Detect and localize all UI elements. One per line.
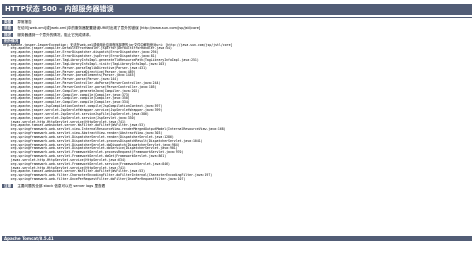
description-label: 描述 (2, 32, 14, 38)
server-footer: Apache Tomcat/8.5.41 (2, 236, 472, 241)
note-label: 注意 (2, 184, 14, 189)
error-page: HTTP状态 500 - 内部服务器错误 类型 异常报告 消息 在访问[web.… (0, 4, 474, 258)
message-label: 消息 (2, 26, 14, 31)
type-label: 类型 (2, 20, 14, 25)
type-row: 类型 异常报告 (2, 20, 472, 25)
stack-trace: org.apache.jasper.JasperException: 无法在we… (2, 43, 472, 182)
message-value: 在访问[web.xml]或[web.xml]中的服务器配置错误URI时出现了意外… (17, 26, 201, 31)
divider (2, 17, 472, 18)
note-value: 主要问题的全部 stack 信息可以在 server logs 里查看 (17, 184, 106, 188)
message-row: 消息 在访问[web.xml]或[web.xml]中的服务器配置错误URI时出现… (2, 26, 472, 31)
description-value: 服务器遇到一个意外的情况，阻止它完成请求。 (17, 32, 93, 37)
description-row: 描述 服务器遇到一个意外的情况，阻止它完成请求。 (2, 32, 472, 38)
note-row: 注意 主要问题的全部 stack 信息可以在 server logs 里查看 (2, 184, 472, 189)
stack-trace-line: org.springframework.web.filter.OncePerRe… (3, 177, 186, 182)
type-value: 异常报告 (17, 20, 32, 24)
page-title: HTTP状态 500 - 内部服务器错误 (2, 4, 472, 15)
